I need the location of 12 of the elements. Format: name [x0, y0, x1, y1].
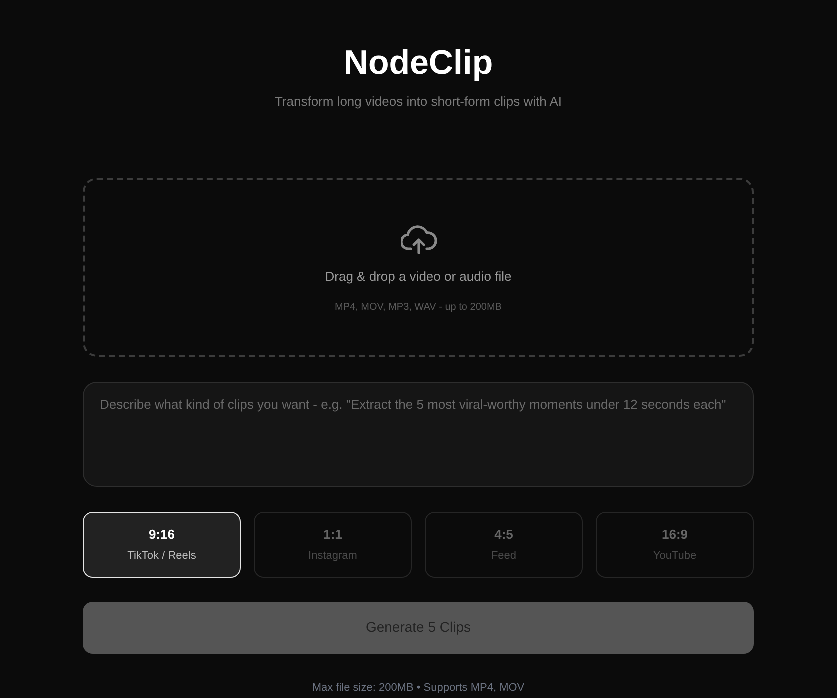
subtitle: Transform long videos into short-form clips with AI [274, 93, 562, 111]
cloud-upload-icon [400, 224, 436, 255]
format-option[interactable]: 9:16 TikTok / Reels [83, 512, 241, 578]
dropzone-hint: MP4, MOV, MP3, WAV - up to 200MB [335, 301, 502, 316]
dropzone-title: Drag & drop a video or audio file [325, 268, 512, 286]
format-option[interactable]: 4:5 Feed [425, 512, 583, 578]
format-option[interactable]: 16:9 YouTube [596, 512, 754, 578]
footer-note: Max file size: 200MB • Supports MP4, MOV [312, 680, 525, 696]
format-option[interactable]: 1:1 Instagram [254, 512, 412, 578]
app-title: NodeClip [344, 43, 494, 84]
prompt-field[interactable]: Describe what kind of clips you want - e.g. "Extract the 5 most viral-worthy moments under 12 seconds each" [83, 382, 754, 486]
upload-dropzone[interactable]: Drag & drop a video or audio file MP4, MOV, MP3, WAV - up to 200MB [83, 178, 754, 356]
